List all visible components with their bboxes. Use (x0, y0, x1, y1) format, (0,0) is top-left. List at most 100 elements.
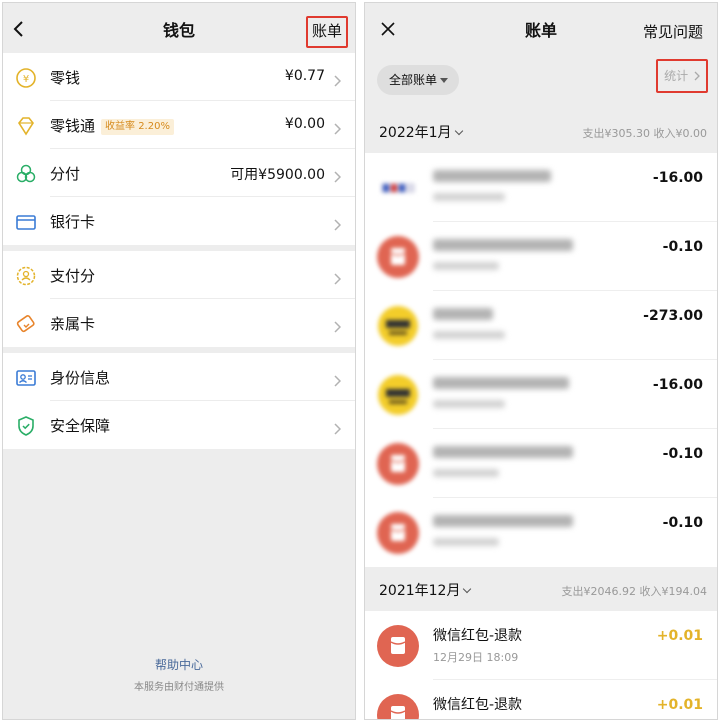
svg-text:¥: ¥ (23, 74, 29, 85)
statistics-button[interactable]: 统计 (656, 59, 708, 93)
blurred-date (433, 400, 505, 408)
yield-badge: 收益率 2.20% (101, 119, 174, 135)
blurred-date (433, 262, 499, 270)
transaction-row[interactable]: -0.10 (365, 429, 717, 498)
filter-label: 全部账单 (389, 73, 438, 87)
clover-icon (15, 163, 37, 185)
statistics-label: 统计 (664, 69, 689, 83)
balance-value: ¥0.77 (284, 68, 325, 84)
red-packet-icon (377, 443, 419, 485)
bill-button[interactable]: 账单 (306, 16, 348, 48)
transaction-date: 12月29日 18:09 (433, 651, 519, 664)
row-label: 分付 (50, 165, 81, 183)
transaction-row[interactable]: -16.00 (365, 360, 717, 429)
diamond-icon (15, 115, 37, 137)
provider-note: 本服务由财付通提供 (134, 682, 224, 693)
transaction-amount: -16.00 (652, 377, 703, 393)
row-identity[interactable]: 身份信息 (3, 353, 355, 401)
chevron-right-icon (334, 270, 342, 289)
blurred-merchant (433, 377, 569, 389)
row-label: 银行卡 (50, 213, 96, 231)
transaction-row[interactable]: -0.10 (365, 222, 717, 291)
bank-card-icon (15, 211, 37, 233)
transaction-row[interactable]: -0.10 (365, 498, 717, 567)
shield-icon (15, 415, 37, 437)
page-title: 钱包 (162, 21, 195, 40)
blurred-date (433, 469, 499, 477)
credit-score-icon (15, 265, 37, 287)
chevron-right-icon (334, 72, 342, 91)
merchant-yellow-icon (377, 374, 419, 416)
bill-screen: 账单 常见问题 全部账单 统计 2022年1月 支出¥305.30 收入¥0.0… (364, 2, 718, 720)
row-label: 身份信息 (50, 369, 111, 387)
filter-bar: 全部账单 统计 (365, 53, 717, 109)
faq-link[interactable]: 常见问题 (643, 21, 703, 42)
wallet-group-services: 支付分 亲属卡 (3, 251, 355, 347)
bank-logo-icon (377, 167, 419, 209)
coin-icon: ¥ (15, 67, 37, 89)
transaction-row[interactable]: 微信红包-退款 +0.01 (365, 680, 717, 719)
wallet-group-funds: ¥ 零钱 ¥0.77 零钱通 收益率 2.20% ¥0.00 分付 可用¥5900… (3, 53, 355, 245)
chevron-right-icon (334, 318, 342, 337)
transaction-amount: -273.00 (643, 308, 703, 324)
transaction-name: 微信红包-退款 (433, 628, 523, 644)
blurred-date (433, 538, 499, 546)
row-fenfu[interactable]: 分付 可用¥5900.00 (3, 149, 355, 197)
balance-value: ¥0.00 (284, 116, 325, 132)
blurred-merchant (433, 515, 573, 527)
transaction-name: 微信红包-退款 (433, 697, 523, 713)
month-header[interactable]: 2022年1月 支出¥305.30 收入¥0.00 (365, 109, 717, 153)
row-label: 亲属卡 (50, 315, 96, 333)
transaction-amount: -0.10 (662, 515, 703, 531)
wallet-screen: 钱包 账单 ¥ 零钱 ¥0.77 零钱通 收益率 2.20% ¥0.00 分付 … (2, 2, 356, 720)
chevron-right-icon (334, 216, 342, 235)
available-credit: 可用¥5900.00 (230, 167, 325, 183)
bill-header: 账单 常见问题 (365, 3, 717, 53)
row-change[interactable]: ¥ 零钱 ¥0.77 (3, 53, 355, 101)
blurred-merchant (433, 170, 551, 182)
row-lingqiantong[interactable]: 零钱通 收益率 2.20% ¥0.00 (3, 101, 355, 149)
family-card-icon (15, 313, 37, 335)
wallet-header: 钱包 账单 (3, 3, 355, 53)
chevron-right-icon (334, 372, 342, 391)
row-family-card[interactable]: 亲属卡 (3, 299, 355, 347)
red-packet-icon (377, 236, 419, 278)
row-bank-card[interactable]: 银行卡 (3, 197, 355, 245)
transaction-row[interactable]: -273.00 (365, 291, 717, 360)
blurred-merchant (433, 446, 573, 458)
merchant-yellow-icon (377, 305, 419, 347)
transaction-amount: -16.00 (652, 170, 703, 186)
transaction-amount: -0.10 (662, 446, 703, 462)
row-label: 安全保障 (50, 417, 111, 435)
transaction-amount: -0.10 (662, 239, 703, 255)
blurred-merchant (433, 308, 493, 320)
transaction-amount: +0.01 (656, 628, 703, 644)
transaction-row[interactable]: -16.00 (365, 153, 717, 222)
row-security[interactable]: 安全保障 (3, 401, 355, 449)
month-label: 2022年1月 (379, 125, 452, 141)
blurred-merchant (433, 239, 573, 251)
month-header[interactable]: 2021年12月 支出¥2046.92 收入¥194.04 (365, 567, 717, 611)
red-packet-icon (377, 694, 419, 719)
row-label: 零钱 (50, 69, 81, 87)
row-label: 零钱通 (50, 117, 96, 135)
row-label: 支付分 (50, 267, 96, 285)
month-label: 2021年12月 (379, 583, 461, 599)
caret-down-icon (440, 78, 448, 83)
help-center-link[interactable]: 帮助中心 (3, 656, 355, 673)
blurred-date (433, 331, 505, 339)
month-summary: 支出¥305.30 收入¥0.00 (582, 127, 707, 140)
chevron-right-icon (334, 420, 342, 439)
transaction-row[interactable]: 微信红包-退款 12月29日 18:09 +0.01 (365, 611, 717, 680)
red-packet-icon (377, 625, 419, 667)
month-summary: 支出¥2046.92 收入¥194.04 (561, 585, 707, 598)
chevron-down-icon (463, 584, 472, 594)
id-card-icon (15, 367, 37, 389)
bill-filter-dropdown[interactable]: 全部账单 (377, 65, 459, 95)
blurred-date (433, 193, 505, 201)
row-payment-score[interactable]: 支付分 (3, 251, 355, 299)
transaction-amount: +0.01 (656, 697, 703, 713)
chevron-down-icon (454, 126, 463, 136)
chevron-right-icon (334, 120, 342, 139)
chevron-right-icon (334, 168, 342, 187)
